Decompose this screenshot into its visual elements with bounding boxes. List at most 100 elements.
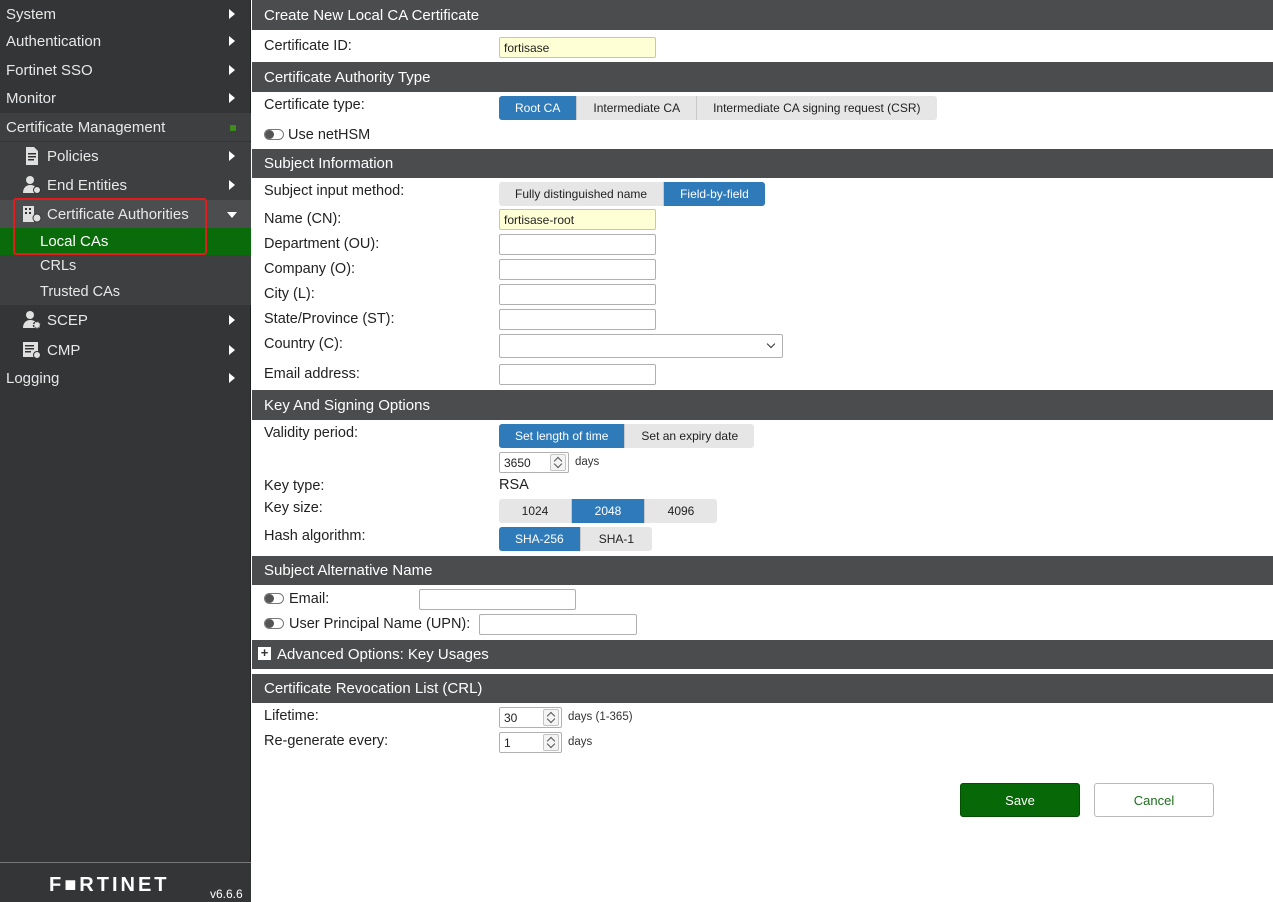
stepper-icon[interactable] xyxy=(550,454,566,471)
certificate-id-input[interactable] xyxy=(499,37,656,58)
option-fully-distinguished-name[interactable]: Fully distinguished name xyxy=(499,182,665,206)
company-input[interactable] xyxy=(499,259,656,280)
chevron-right-icon xyxy=(229,180,235,190)
chevron-right-icon xyxy=(229,9,235,19)
sidebar-item-system[interactable]: System xyxy=(0,0,251,28)
city-label: City (L): xyxy=(264,286,315,302)
san-email-toggle[interactable] xyxy=(264,593,284,604)
sidebar-item-label: Certificate Management xyxy=(6,118,166,136)
sidebar-item-end-entities[interactable]: End Entities xyxy=(0,171,251,199)
main-panel: Create New Local CA Certificate Certific… xyxy=(252,0,1273,902)
regenerate-input[interactable]: 1 xyxy=(499,732,562,753)
sidebar-item-label: CMP xyxy=(47,341,81,359)
sidebar-item-label: Local CAs xyxy=(40,233,109,250)
option-set-expiry-date[interactable]: Set an expiry date xyxy=(625,424,754,448)
lifetime-input[interactable]: 30 xyxy=(499,707,562,728)
sidebar-item-scep[interactable]: SCEP xyxy=(0,306,251,334)
lifetime-value: 30 xyxy=(504,710,518,725)
state-input[interactable] xyxy=(499,309,656,330)
option-field-by-field[interactable]: Field-by-field xyxy=(664,182,765,206)
option-sha-256[interactable]: SHA-256 xyxy=(499,527,581,551)
chevron-right-icon xyxy=(229,36,235,46)
advanced-options-header[interactable]: + Advanced Options: Key Usages xyxy=(252,640,1273,669)
sidebar-item-label: CRLs xyxy=(40,258,77,274)
fortinet-logo: F■RTINET xyxy=(49,874,170,896)
sidebar-item-policies[interactable]: Policies xyxy=(0,142,251,170)
sidebar-item-cmp[interactable]: CMP xyxy=(0,336,251,364)
san-upn-input[interactable] xyxy=(479,614,637,635)
use-nethsm-toggle[interactable] xyxy=(264,129,284,140)
ca-type-header: Certificate Authority Type xyxy=(252,62,1273,92)
validity-period-label: Validity period: xyxy=(264,425,359,441)
sidebar-item-certificate-management[interactable]: Certificate Management xyxy=(0,113,251,141)
stepper-icon[interactable] xyxy=(543,709,559,726)
expand-plus-icon[interactable]: + xyxy=(258,646,271,660)
save-button[interactable]: Save xyxy=(960,783,1080,817)
chevron-right-icon xyxy=(229,373,235,383)
option-key-1024[interactable]: 1024 xyxy=(499,499,572,523)
option-key-4096[interactable]: 4096 xyxy=(645,499,717,523)
footer: F■RTINET v6.6.6 xyxy=(0,862,251,902)
key-signing-header: Key And Signing Options xyxy=(252,390,1273,420)
option-intermediate-ca-csr[interactable]: Intermediate CA signing request (CSR) xyxy=(697,96,936,120)
chevron-down-icon xyxy=(227,212,237,218)
country-select[interactable] xyxy=(499,334,783,358)
sidebar-item-certificate-authorities[interactable]: Certificate Authorities xyxy=(0,200,251,228)
regenerate-unit: days xyxy=(568,736,593,748)
lifetime-label: Lifetime: xyxy=(264,708,319,724)
san-email-input[interactable] xyxy=(419,589,576,610)
city-input[interactable] xyxy=(499,284,656,305)
sidebar-item-logging[interactable]: Logging xyxy=(0,364,251,392)
key-size-selector: 1024 2048 4096 xyxy=(499,499,717,523)
san-upn-toggle[interactable] xyxy=(264,618,284,629)
email-address-input[interactable] xyxy=(499,364,656,385)
active-indicator-icon xyxy=(230,125,236,131)
department-label: Department (OU): xyxy=(264,236,380,252)
use-nethsm-label: Use netHSM xyxy=(288,127,371,143)
list-certificate-icon xyxy=(23,342,41,359)
name-cn-input[interactable] xyxy=(499,209,656,230)
sidebar-item-authentication[interactable]: Authentication xyxy=(0,27,251,55)
version-label: v6.6.6 xyxy=(210,887,243,901)
sidebar-item-crls[interactable]: CRLs xyxy=(0,253,251,279)
san-upn-label: User Principal Name (UPN): xyxy=(289,616,471,632)
option-set-length-of-time[interactable]: Set length of time xyxy=(499,424,626,448)
sidebar-item-label: End Entities xyxy=(47,176,128,194)
sidebar-item-label: Authentication xyxy=(6,32,102,50)
san-email-label: Email: xyxy=(289,591,330,607)
option-root-ca[interactable]: Root CA xyxy=(499,96,578,120)
user-gear-icon xyxy=(23,311,42,330)
chevron-right-icon xyxy=(229,315,235,325)
sidebar-item-monitor[interactable]: Monitor xyxy=(0,84,251,112)
chevron-down-icon xyxy=(766,339,776,349)
certificate-id-label: Certificate ID: xyxy=(264,38,352,54)
sidebar-item-label: Monitor xyxy=(6,89,57,107)
company-label: Company (O): xyxy=(264,261,356,277)
chevron-right-icon xyxy=(229,345,235,355)
option-key-2048[interactable]: 2048 xyxy=(572,499,645,523)
certificate-type-label: Certificate type: xyxy=(264,97,365,113)
subject-input-method-label: Subject input method: xyxy=(264,183,405,199)
sidebar-item-local-cas[interactable]: Local CAs xyxy=(0,228,251,255)
validity-period-selector: Set length of time Set an expiry date xyxy=(499,424,755,448)
sidebar-item-trusted-cas[interactable]: Trusted CAs xyxy=(0,279,251,305)
sidebar-item-fortinet-sso[interactable]: Fortinet SSO xyxy=(0,56,251,84)
regenerate-label: Re-generate every: xyxy=(264,733,389,749)
sidebar-item-label: Certificate Authorities xyxy=(47,205,189,223)
state-label: State/Province (ST): xyxy=(264,311,395,327)
hash-algorithm-label: Hash algorithm: xyxy=(264,528,366,544)
regenerate-value: 1 xyxy=(504,735,511,750)
email-address-label: Email address: xyxy=(264,366,360,382)
validity-days-input[interactable]: 3650 xyxy=(499,452,569,473)
sidebar-item-label: Trusted CAs xyxy=(40,284,121,300)
option-intermediate-ca[interactable]: Intermediate CA xyxy=(577,96,698,120)
stepper-icon[interactable] xyxy=(543,734,559,751)
hash-algorithm-selector: SHA-256 SHA-1 xyxy=(499,527,653,551)
cancel-button[interactable]: Cancel xyxy=(1094,783,1214,817)
subject-information-header: Subject Information xyxy=(252,149,1273,178)
department-input[interactable] xyxy=(499,234,656,255)
page-title: Create New Local CA Certificate xyxy=(252,0,1273,30)
option-sha-1[interactable]: SHA-1 xyxy=(581,527,652,551)
document-icon xyxy=(26,147,38,165)
key-type-label: Key type: xyxy=(264,478,325,494)
